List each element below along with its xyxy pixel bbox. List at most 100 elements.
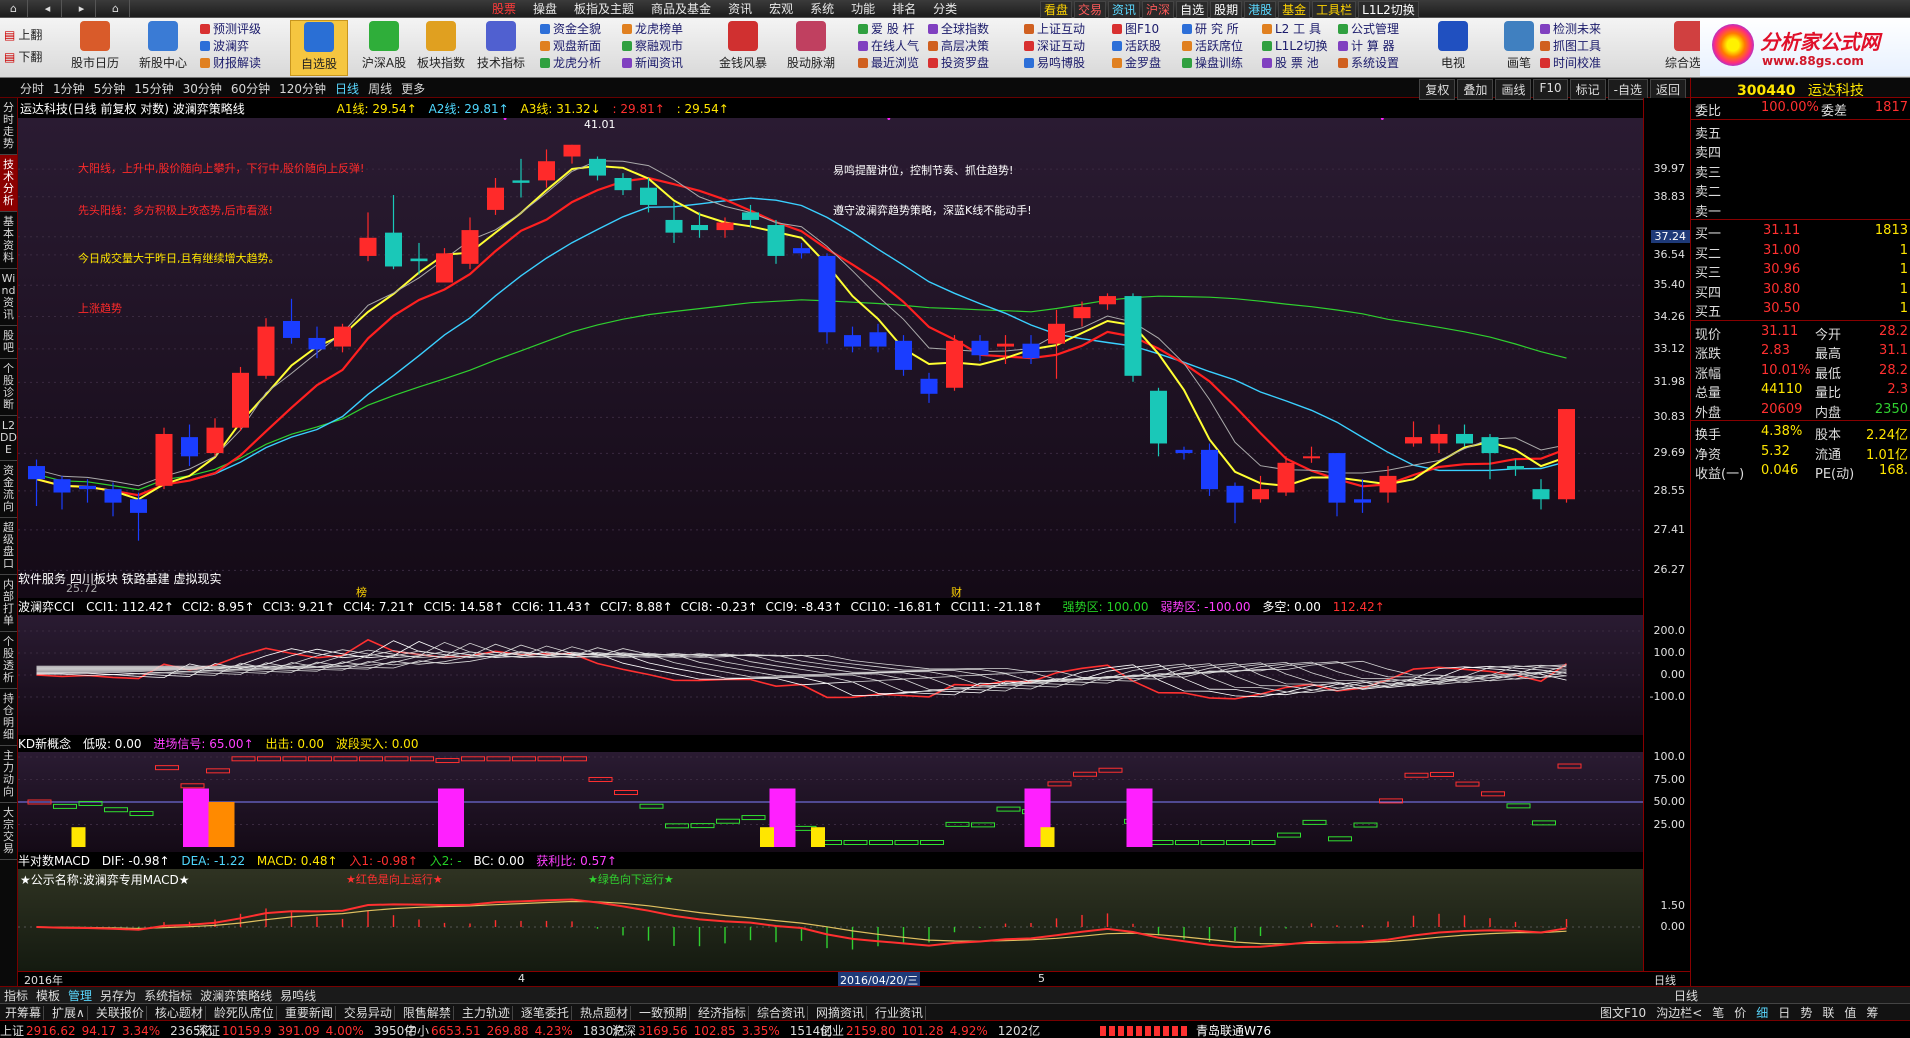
info-tab[interactable]: 综合资讯 [754, 1006, 808, 1020]
info-tab[interactable]: 核心题材 [152, 1006, 206, 1020]
quick-tab[interactable]: 股期 [1210, 1, 1243, 19]
info-tab[interactable]: 龄死队席位 [211, 1006, 277, 1020]
toolbar-link[interactable]: 在线人气 [858, 38, 938, 55]
menu-item[interactable]: 功能 [851, 1, 875, 17]
side-tab[interactable]: 联 [1822, 1006, 1834, 1020]
left-tab[interactable]: 股吧 [0, 326, 17, 359]
info-tab[interactable]: 一致预期 [636, 1006, 690, 1020]
index-sz[interactable]: 深证 10159.9 391.09 4.00% 3950亿 [196, 1022, 416, 1038]
index-sh[interactable]: 上证 2916.62 94.17 3.34% 2365亿 [0, 1022, 213, 1038]
formula-tab[interactable]: 管理 [68, 989, 92, 1003]
quick-tab[interactable]: 基金 [1278, 1, 1311, 19]
toolbar-link[interactable]: 预测评级 [200, 21, 280, 38]
toolbar-big-button[interactable]: 新股中心 [134, 20, 192, 76]
menu-item[interactable]: 操盘 [533, 1, 557, 17]
chart-tool-button[interactable]: F10 [1533, 79, 1568, 100]
chart-tool-button[interactable]: 返回 [1649, 79, 1686, 100]
period-tab[interactable]: 30分钟 [183, 80, 222, 97]
menubar-nav-icon[interactable]: ⌂ [0, 0, 28, 17]
formula-tab[interactable]: 易鸣线 [280, 989, 316, 1003]
chart-tool-button[interactable]: 画线 [1495, 79, 1532, 100]
toolbar-link[interactable]: 深证互动 [1024, 38, 1104, 55]
toolbar-link[interactable]: 全球指数 [928, 21, 1008, 38]
left-tab[interactable]: Wind资讯 [0, 269, 17, 326]
toolbar-link[interactable]: 龙虎分析 [540, 55, 620, 72]
menu-item[interactable]: 宏观 [769, 1, 793, 17]
left-tab[interactable]: 资金流向 [0, 461, 17, 518]
toolbar-link[interactable]: L1L2切换 [1262, 38, 1342, 55]
period-tab[interactable]: 60分钟 [231, 80, 270, 97]
toolbar-link[interactable]: 最近浏览 [858, 55, 938, 72]
menu-item[interactable]: 商品及基金 [651, 1, 711, 17]
toolbar-link[interactable]: 公式管理 [1338, 21, 1418, 38]
toolbar-link[interactable]: 爱 股 杆 [858, 21, 938, 38]
toolbar-link[interactable]: 高层决策 [928, 38, 1008, 55]
quick-tab[interactable]: 资讯 [1108, 1, 1141, 19]
toolbar-link[interactable]: 图F10 [1112, 21, 1192, 38]
info-tab[interactable]: 热点题材 [577, 1006, 631, 1020]
info-tab[interactable]: 逐笔委托 [518, 1006, 572, 1020]
toolbar-big-button[interactable]: 板块指数 [412, 20, 470, 76]
period-tab[interactable]: 分时 [20, 80, 44, 97]
index-cy[interactable]: 创业 2159.80 101.28 4.92% 1202亿 [820, 1022, 1040, 1038]
info-tab[interactable]: 限售解禁 [400, 1006, 454, 1020]
toolbar-link[interactable]: 易鸣博股 [1024, 55, 1104, 72]
toolbar-link[interactable]: L2 工 具 [1262, 21, 1342, 38]
toolbar-big-button[interactable]: 金钱风暴 [714, 20, 772, 76]
toolbar-big-button[interactable]: 电视 [1424, 20, 1482, 76]
side-tab[interactable]: 值 [1844, 1006, 1856, 1020]
chart-tool-button[interactable]: 叠加 [1457, 79, 1494, 100]
side-tab[interactable]: 筹 [1866, 1006, 1878, 1020]
toolbar-link[interactable]: 活跃股 [1112, 38, 1192, 55]
menu-item[interactable]: 股票 [492, 1, 516, 17]
toolbar-link[interactable]: 计 算 器 [1338, 38, 1418, 55]
period-tab[interactable]: 1分钟 [53, 80, 85, 97]
quick-tab[interactable]: 交易 [1074, 1, 1107, 19]
chart-tool-button[interactable]: 复权 [1419, 79, 1456, 100]
info-tab[interactable]: 扩展∧ [50, 1006, 88, 1020]
menu-item[interactable]: 分类 [933, 1, 957, 17]
chart-tool-button[interactable]: -自选 [1607, 79, 1648, 100]
formula-tab[interactable]: 指标 [4, 989, 28, 1003]
quick-tab[interactable]: 港股 [1244, 1, 1277, 19]
left-tab[interactable]: 基本资料 [0, 212, 17, 269]
index-hs[interactable]: 沪深 3169.56 102.85 3.35% 1514亿 [612, 1022, 832, 1038]
left-tab[interactable]: 分时走势 [0, 98, 17, 155]
toolbar-big-button[interactable]: 技术指标 [472, 20, 530, 76]
left-tab[interactable]: 个股诊断 [0, 359, 17, 416]
toolbar-big-button[interactable]: 股市日历 [66, 20, 124, 76]
toolbar-link[interactable]: 活跃席位 [1182, 38, 1262, 55]
menu-item[interactable]: 板指及主题 [574, 1, 634, 17]
side-tab[interactable]: 势 [1800, 1006, 1812, 1020]
toolbar-big-button[interactable]: 自选股 [290, 20, 348, 76]
formula-tab[interactable]: 模板 [36, 989, 60, 1003]
toolbar-link[interactable]: 股 票 池 [1262, 55, 1342, 72]
info-tab[interactable]: 行业资讯 [873, 1006, 927, 1020]
toolbar-link[interactable]: 财报解读 [200, 55, 280, 72]
toolbar-link[interactable]: 研 究 所 [1182, 21, 1262, 38]
period-tab[interactable]: 5分钟 [94, 80, 126, 97]
toolbar-link[interactable]: 投资罗盘 [928, 55, 1008, 72]
left-tab[interactable]: 大宗交易 [0, 803, 17, 860]
period-tab[interactable]: 15分钟 [134, 80, 173, 97]
info-tab[interactable]: 开筹幕 [3, 1006, 45, 1020]
period-tab[interactable]: 120分钟 [279, 80, 326, 97]
macd-chart[interactable]: ★公示名称:波澜弈专用MACD★ ★红色是向上运行★ ★绿色向下运行★ [18, 869, 1643, 971]
toolbar-big-button[interactable]: 沪深A股 [355, 20, 413, 76]
period-tab[interactable]: 日线 [335, 80, 359, 97]
index-zx[interactable]: 中小 6653.51 269.88 4.23% 1830亿 [405, 1022, 625, 1038]
side-tab[interactable]: 价 [1734, 1006, 1746, 1020]
menu-item[interactable]: 排名 [892, 1, 916, 17]
cci-chart[interactable] [18, 615, 1643, 735]
left-tab[interactable]: 持仓明细 [0, 689, 17, 746]
side-tab[interactable]: 图文F10 [1600, 1006, 1646, 1020]
toolbar-link[interactable]: 波澜弈 [200, 38, 280, 55]
toolbar-link[interactable]: 抓图工具 [1540, 38, 1620, 55]
info-tab[interactable]: 经济指标 [695, 1006, 749, 1020]
quick-tab[interactable]: 看盘 [1040, 1, 1073, 19]
menu-item[interactable]: 系统 [810, 1, 834, 17]
info-tab[interactable]: 重要新闻 [282, 1006, 336, 1020]
toolbar-link[interactable]: 检测未来 [1540, 21, 1620, 38]
info-tab[interactable]: 主力轨迹 [459, 1006, 513, 1020]
toolbar-big-button[interactable]: 股动脉潮 [782, 20, 840, 76]
